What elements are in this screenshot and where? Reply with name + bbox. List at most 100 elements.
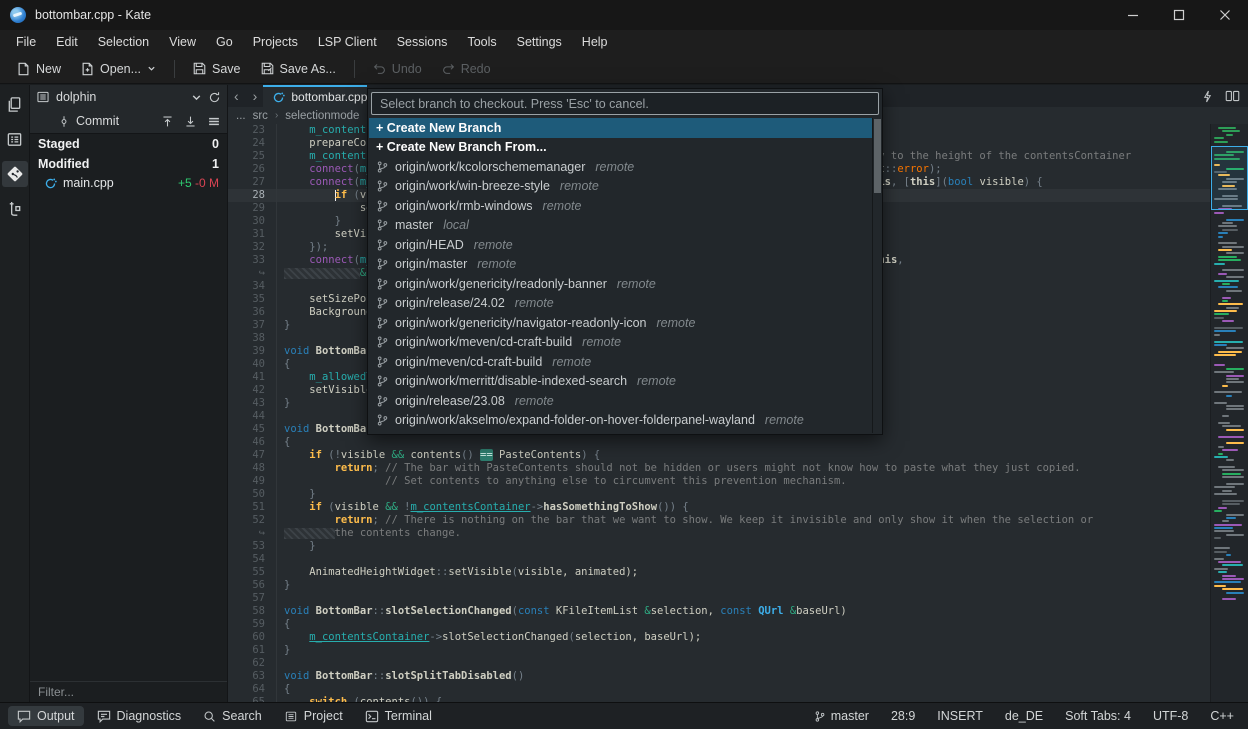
branch-item[interactable]: masterlocal [369, 216, 872, 236]
menu-projects[interactable]: Projects [243, 32, 308, 52]
git-commit-icon [58, 115, 70, 128]
breadcrumb-selectionmode[interactable]: selectionmode [285, 110, 359, 122]
project-name[interactable]: dolphin [56, 90, 96, 104]
git-pull-icon[interactable] [184, 115, 197, 128]
code-line: 57 [228, 592, 1210, 605]
menu-sessions[interactable]: Sessions [387, 32, 458, 52]
nav-back-button[interactable]: ‹ [234, 88, 239, 104]
split-view-icon[interactable] [1225, 90, 1240, 102]
changed-file-row[interactable]: main.cpp+5 -0 M [30, 174, 227, 193]
filter-input[interactable] [30, 685, 227, 699]
branch-item[interactable]: origin/HEADremote [369, 235, 872, 255]
window-title: bottombar.cpp - Kate [35, 8, 151, 22]
status-bar: Output Diagnostics Search Project Termin… [0, 702, 1248, 729]
modified-icon [44, 177, 57, 190]
new-button[interactable]: New [8, 58, 70, 80]
branch-item[interactable]: origin/work/win-breeze-styleremote [369, 177, 872, 197]
symbols-toolview-button[interactable] [2, 126, 28, 152]
branch-checkout-popup: + Create New Branch+ Create New Branch F… [367, 88, 883, 435]
scrollbar-thumb[interactable] [874, 119, 881, 193]
quick-open-lightning-icon[interactable] [1202, 90, 1213, 103]
status-indent-mode[interactable]: Soft Tabs: 4 [1065, 709, 1131, 723]
open-document-icon [81, 62, 94, 76]
commit-button[interactable]: Commit [58, 114, 119, 128]
refresh-icon[interactable] [208, 91, 221, 104]
branch-search-input[interactable] [371, 92, 879, 115]
minimize-button[interactable] [1110, 0, 1156, 30]
code-line: 59{ [228, 618, 1210, 631]
code-line: 49 // Set contents to anything else to c… [228, 475, 1210, 488]
git-stat-modified[interactable]: Modified1 [30, 154, 227, 174]
status-input-mode[interactable]: INSERT [937, 709, 983, 723]
branch-item[interactable]: origin/release/24.02remote [369, 294, 872, 314]
breadcrumb-ellipsis[interactable]: ... [236, 110, 246, 122]
git-project-panel: dolphin Commit Staged0Modified1 main.cpp… [30, 85, 228, 702]
menu-help[interactable]: Help [572, 32, 618, 52]
branch-item[interactable]: origin/meven/cd-craft-buildremote [369, 352, 872, 372]
branch-item[interactable]: origin/work/meven/cd-craft-buildremote [369, 333, 872, 353]
search-view-button[interactable]: Search [194, 706, 271, 726]
code-line: 55 AnimatedHeightWidget::setVisible(visi… [228, 566, 1210, 579]
git-push-icon[interactable] [161, 115, 174, 128]
chevron-down-icon[interactable] [191, 92, 202, 103]
branch-item[interactable]: origin/work/akselmo/expand-folder-on-hov… [369, 411, 872, 431]
terminal-icon [365, 710, 379, 723]
branch-item[interactable]: + Create New Branch From... [369, 138, 872, 158]
git-branch-icon [376, 179, 389, 193]
close-button[interactable] [1202, 0, 1248, 30]
menu-lsp-client[interactable]: LSP Client [308, 32, 387, 52]
branch-item[interactable]: + Create New Branch [369, 118, 872, 138]
git-stat-staged[interactable]: Staged0 [30, 134, 227, 154]
git-branch-icon [376, 257, 389, 271]
output-bubble-icon [17, 710, 31, 723]
minimap-viewport[interactable] [1211, 146, 1248, 210]
menu-edit[interactable]: Edit [46, 32, 88, 52]
branch-item[interactable]: origin/work/genericity/navigator-readonl… [369, 313, 872, 333]
undo-button: Undo [364, 58, 431, 80]
save-button[interactable]: Save [184, 58, 250, 80]
status-dictionary[interactable]: de_DE [1005, 709, 1043, 723]
maximize-button[interactable] [1156, 0, 1202, 30]
branch-item[interactable]: origin/release/23.08remote [369, 391, 872, 411]
menu-go[interactable]: Go [206, 32, 243, 52]
menu-selection[interactable]: Selection [88, 32, 159, 52]
diagnostics-view-button[interactable]: Diagnostics [88, 706, 191, 726]
search-icon [203, 710, 216, 723]
branch-item[interactable]: origin/work/genericity/readonly-bannerre… [369, 274, 872, 294]
breadcrumb-src[interactable]: src [253, 110, 268, 122]
output-view-button[interactable]: Output [8, 706, 84, 726]
code-line: 50 } [228, 488, 1210, 501]
save-as-button[interactable]: Save As... [252, 58, 345, 80]
code-line: 48 return; // The bar with PasteContents… [228, 462, 1210, 475]
nav-forward-button[interactable]: › [253, 88, 258, 104]
main-toolbar: New Open... Save Save As... Undo Redo [0, 54, 1248, 84]
branch-item[interactable]: origin/masterremote [369, 255, 872, 275]
project-view-button[interactable]: Project [275, 706, 352, 726]
branch-item[interactable] [369, 430, 872, 433]
documents-toolview-button[interactable] [2, 91, 28, 117]
branch-item[interactable]: origin/work/merritt/disable-indexed-sear… [369, 372, 872, 392]
status-encoding[interactable]: UTF-8 [1153, 709, 1188, 723]
commit-graph-toolview-button[interactable] [2, 196, 28, 222]
menu-file[interactable]: File [6, 32, 46, 52]
menu-settings[interactable]: Settings [507, 32, 572, 52]
menu-tools[interactable]: Tools [457, 32, 506, 52]
git-branch-icon [376, 160, 389, 174]
branch-item[interactable]: origin/work/kcolorschememanagerremote [369, 157, 872, 177]
project-list-icon [284, 710, 298, 723]
git-toolview-button[interactable] [2, 161, 28, 187]
open-button[interactable]: Open... [72, 58, 165, 80]
branch-item[interactable]: origin/work/rmb-windowsremote [369, 196, 872, 216]
terminal-view-button[interactable]: Terminal [356, 706, 441, 726]
status-language[interactable]: C++ [1210, 709, 1234, 723]
tab-bottombar-cpp[interactable]: bottombar.cpp [263, 85, 367, 107]
branch-list-scrollbar[interactable] [872, 118, 881, 433]
status-cursor-position[interactable]: 28:9 [891, 709, 915, 723]
git-branch-icon [376, 355, 389, 369]
menu-view[interactable]: View [159, 32, 206, 52]
menu-icon[interactable] [207, 115, 221, 128]
symbol-list-icon [6, 131, 23, 148]
left-tool-rail [0, 85, 30, 702]
minimap-scrollbar[interactable] [1210, 124, 1248, 702]
status-git-branch[interactable]: master [814, 709, 869, 723]
